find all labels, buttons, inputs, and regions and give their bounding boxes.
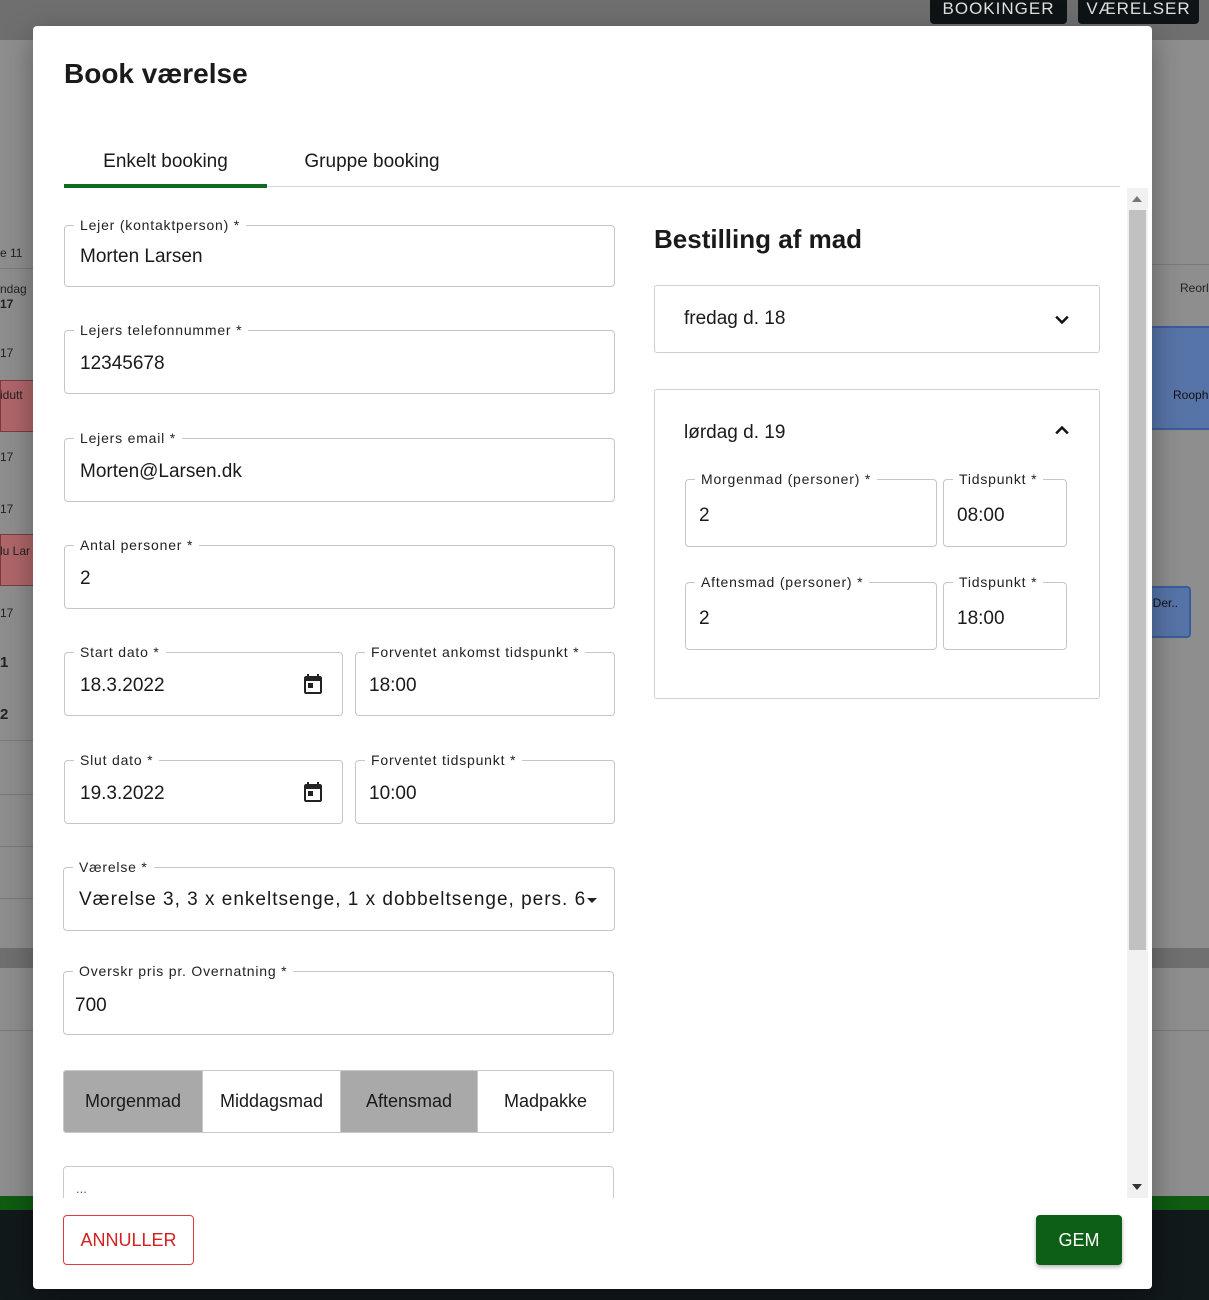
price-value: 700: [75, 995, 107, 1016]
dialog-title: Book værelse: [64, 58, 248, 89]
breakfast-persons-label: Morgenmad (personer) *: [695, 471, 878, 487]
phone-value: 12345678: [80, 353, 165, 374]
food-day-accordion-friday[interactable]: fredag d. 18: [654, 285, 1100, 353]
food-section-title: Bestilling af mad: [654, 224, 863, 254]
persons-value: 2: [80, 568, 91, 589]
dinner-persons-label: Aftensmad (personer) *: [695, 574, 870, 590]
tenant-label: Lejer (kontaktperson) *: [74, 217, 247, 233]
bg-booking-block: [1150, 326, 1209, 430]
departure-time-label: Forventet tidspunkt *: [365, 752, 523, 768]
chevron-up-icon[interactable]: [1052, 420, 1072, 440]
room-value: Værelse 3, 3 x enkeltsenge, 1 x dobbelts…: [79, 889, 587, 910]
bg-left-text: 2: [0, 706, 9, 723]
start-date-field[interactable]: Start dato * 18.3.2022: [64, 644, 343, 716]
bg-right-text: lDer..: [1150, 596, 1179, 610]
bg-right-text: Roophi: [1173, 388, 1209, 402]
email-value: Morten@Larsen.dk: [80, 461, 242, 482]
bg-left-text: 17: [0, 297, 14, 311]
breakfast-persons-value: 2: [699, 505, 710, 526]
meal-toggle-breakfast[interactable]: Morgenmad: [64, 1071, 203, 1132]
tenant-value: Morten Larsen: [80, 246, 203, 267]
dialog-scrollbar[interactable]: [1127, 188, 1148, 1198]
persons-label: Antal personer *: [74, 537, 200, 553]
email-label: Lejers email *: [74, 430, 183, 446]
arrival-time-label: Forventet ankomst tidspunkt *: [365, 644, 586, 660]
food-day-accordion-saturday[interactable]: lørdag d. 19 Morgenmad (personer) * 2 Ti…: [654, 389, 1100, 699]
bg-left-text: 17: [0, 346, 14, 360]
price-field[interactable]: Overskr pris pr. Overnatning * 700: [63, 963, 614, 1035]
meal-toggle-packed-lunch[interactable]: Madpakke: [478, 1071, 613, 1132]
calendar-icon[interactable]: [301, 672, 325, 696]
persons-field[interactable]: Antal personer * 2: [64, 537, 615, 609]
chevron-down-icon[interactable]: [1052, 310, 1072, 330]
scroll-down-arrow-icon[interactable]: [1132, 1184, 1142, 1190]
scroll-up-arrow-icon[interactable]: [1132, 196, 1142, 202]
bg-left-text: 17: [0, 502, 14, 516]
bg-left-text: e 11: [0, 246, 23, 260]
calendar-icon[interactable]: [301, 780, 325, 804]
end-date-field[interactable]: Slut dato * 19.3.2022: [64, 752, 343, 824]
booking-tabs: Enkelt booking Gruppe booking: [64, 136, 1120, 188]
rooms-nav-button[interactable]: VÆRELSER: [1078, 0, 1199, 24]
bg-right-text: Reorl: [1180, 281, 1209, 295]
notes-placeholder: ...: [76, 1181, 87, 1196]
dinner-time-label: Tidspunkt *: [953, 574, 1044, 590]
bg-left-text: 17: [0, 450, 14, 464]
bg-left-text: 1: [0, 654, 9, 671]
breakfast-time-value: 08:00: [957, 505, 1005, 526]
start-date-label: Start dato *: [74, 644, 166, 660]
cancel-button[interactable]: ANNULLER: [63, 1215, 194, 1265]
phone-label: Lejers telefonnummer *: [74, 322, 249, 338]
phone-field[interactable]: Lejers telefonnummer * 12345678: [64, 322, 615, 394]
meal-toggle-dinner[interactable]: Aftensmad: [341, 1071, 478, 1132]
dinner-time-value: 18:00: [957, 608, 1005, 629]
room-select[interactable]: Værelse * Værelse 3, 3 x enkeltsenge, 1 …: [63, 859, 615, 931]
breakfast-time-field[interactable]: Tidspunkt * 08:00: [943, 471, 1067, 547]
departure-time-value: 10:00: [369, 783, 417, 804]
email-field[interactable]: Lejers email * Morten@Larsen.dk: [64, 430, 615, 502]
tab-single-booking[interactable]: Enkelt booking: [64, 136, 267, 188]
breakfast-time-label: Tidspunkt *: [953, 471, 1044, 487]
meal-toggle-group: Morgenmad Middagsmad Aftensmad Madpakke: [63, 1070, 614, 1133]
bg-booking-block: [1150, 586, 1191, 638]
end-date-label: Slut dato *: [74, 752, 160, 768]
bg-left-text: idutt: [0, 388, 23, 402]
dialog-content: Lejer (kontaktperson) * Morten Larsen Le…: [33, 188, 1152, 1198]
dropdown-arrow-icon[interactable]: [580, 888, 604, 912]
arrival-time-field[interactable]: Forventet ankomst tidspunkt * 18:00: [355, 644, 615, 716]
food-day-label: fredag d. 18: [684, 308, 786, 329]
notes-field[interactable]: ...: [63, 1166, 614, 1198]
room-label: Værelse *: [73, 859, 154, 875]
food-day-label: lørdag d. 19: [684, 422, 786, 443]
tenant-field[interactable]: Lejer (kontaktperson) * Morten Larsen: [64, 217, 615, 287]
price-label: Overskr pris pr. Overnatning *: [73, 963, 294, 979]
start-date-value: 18.3.2022: [80, 675, 165, 696]
book-room-dialog: Book værelse Enkelt booking Gruppe booki…: [33, 26, 1152, 1289]
departure-time-field[interactable]: Forventet tidspunkt * 10:00: [355, 752, 615, 824]
save-button[interactable]: GEM: [1036, 1215, 1122, 1265]
bg-booking-block: [0, 534, 34, 586]
dinner-time-field[interactable]: Tidspunkt * 18:00: [943, 574, 1067, 650]
end-date-value: 19.3.2022: [80, 783, 165, 804]
bg-left-text: 17: [0, 606, 14, 620]
tab-group-booking[interactable]: Gruppe booking: [267, 136, 477, 187]
dinner-persons-field[interactable]: Aftensmad (personer) * 2: [685, 574, 937, 650]
background-calendar-right: Reorl Roophi lDer..: [1150, 40, 1209, 1200]
breakfast-persons-field[interactable]: Morgenmad (personer) * 2: [685, 471, 937, 547]
bg-left-text: lu Lar: [0, 544, 31, 558]
bg-left-text: ndag: [0, 282, 27, 296]
bookings-nav-button[interactable]: BOOKINGER: [930, 0, 1067, 24]
arrival-time-value: 18:00: [369, 675, 417, 696]
background-calendar-left: e 11 ndag 17 17 idutt 17 17 lu Lar 17 1 …: [0, 40, 34, 1200]
scrollbar-thumb[interactable]: [1129, 210, 1146, 950]
meal-toggle-lunch[interactable]: Middagsmad: [203, 1071, 341, 1132]
dinner-persons-value: 2: [699, 608, 710, 629]
